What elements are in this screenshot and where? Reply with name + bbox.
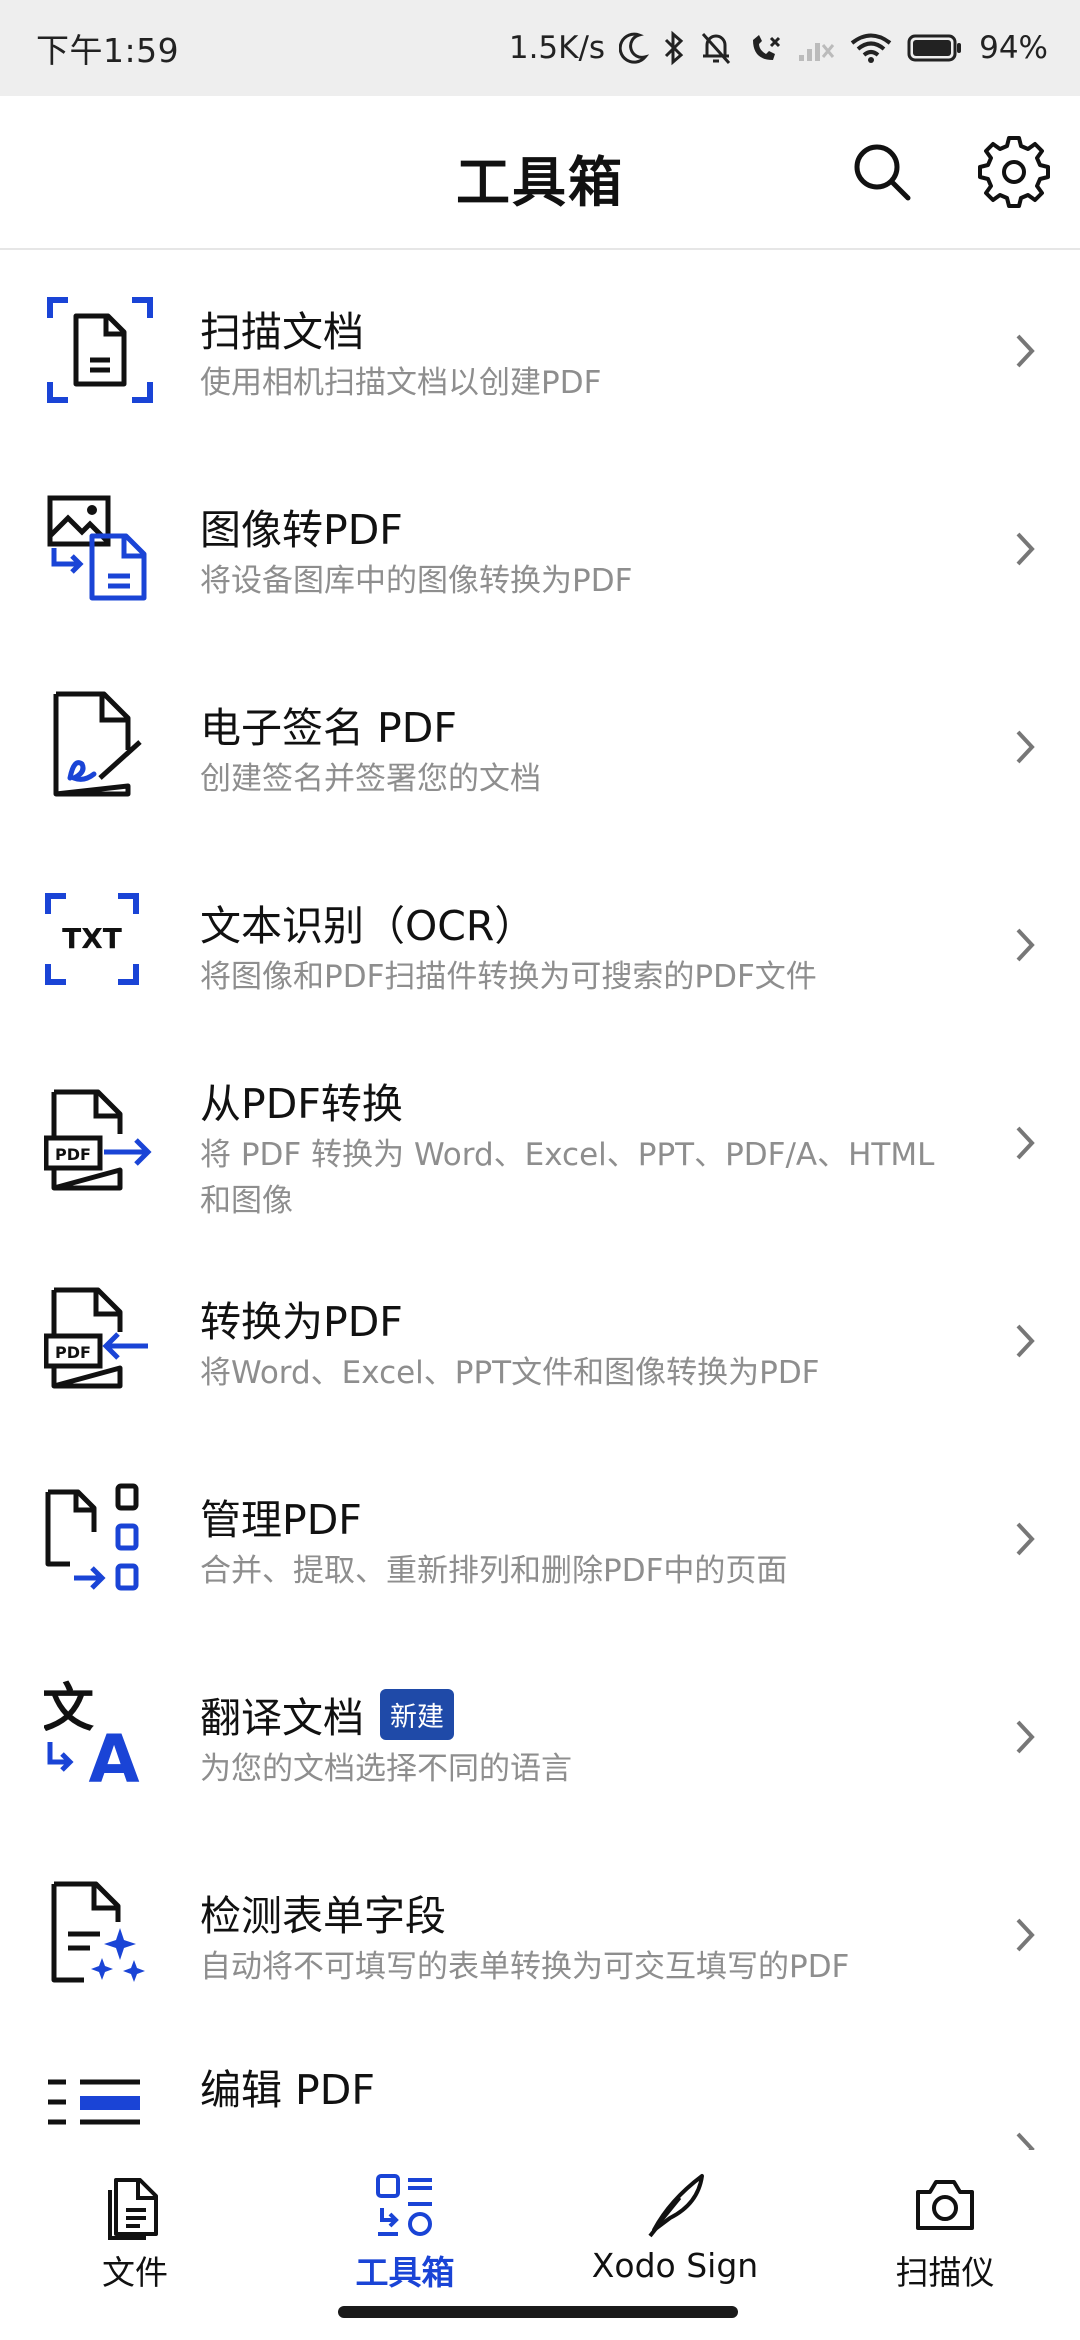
home-indicator[interactable] — [338, 2306, 738, 2318]
tool-subtitle: 为您的文档选择不同的语言 — [200, 1751, 572, 1787]
wifi-icon — [850, 33, 892, 63]
quill-icon — [648, 2174, 704, 2238]
chevron-right-icon — [1016, 1522, 1035, 1556]
tool-title: 扫描文档 — [200, 308, 364, 356]
nav-xodo-sign[interactable]: Xodo Sign — [540, 2170, 810, 2290]
moon-icon — [619, 32, 650, 64]
tool-subtitle: 将图像和PDF扫描件转换为可搜索的PDF文件 — [200, 959, 817, 995]
svg-text:TXT: TXT — [62, 922, 122, 955]
chevron-right-icon — [1016, 532, 1035, 566]
tool-convert-to-pdf[interactable]: PDF 转换为PDF 将Word、Excel、PPT文件和图像转换为PDF — [0, 1240, 1080, 1438]
chevron-right-icon — [1016, 1720, 1035, 1754]
tool-title: 图像转PDF — [200, 506, 403, 554]
tool-title: 编辑 PDF — [200, 2066, 375, 2114]
app-bar: 工具箱 — [0, 96, 1080, 250]
chevron-right-icon — [1016, 1918, 1035, 1952]
tool-title-text: 翻译文档 — [200, 1694, 364, 1742]
nav-label: Xodo Sign — [591, 2246, 759, 2285]
nav-toolbox[interactable]: 工具箱 — [270, 2170, 540, 2292]
tool-manage-pdf[interactable]: 管理PDF 合并、提取、重新排列和删除PDF中的页面 — [0, 1438, 1080, 1636]
svg-text:文: 文 — [44, 1680, 94, 1739]
tool-subtitle: 创建签名并签署您的文档 — [200, 761, 541, 797]
tool-esign-pdf[interactable]: 电子签名 PDF 创建签名并签署您的文档 — [0, 646, 1080, 844]
nav-label: 文件 — [102, 2253, 168, 2292]
tool-title: 检测表单字段 — [200, 1892, 446, 1940]
chevron-right-icon — [1016, 1324, 1035, 1358]
tool-title: 转换为PDF — [200, 1298, 403, 1346]
svg-text:PDF: PDF — [55, 1145, 91, 1164]
convert-to-pdf-icon: PDF — [44, 1287, 148, 1389]
status-time: 下午1:59 — [36, 31, 180, 70]
page-title: 工具箱 — [456, 151, 624, 214]
gear-icon[interactable] — [978, 136, 1050, 208]
toolbox-icon — [376, 2174, 432, 2236]
tool-title: 管理PDF — [200, 1496, 362, 1544]
battery-level: 94% — [979, 30, 1048, 66]
tool-scan-document[interactable]: 扫描文档 使用相机扫描文档以创建PDF — [0, 250, 1080, 448]
tool-title: 文本识别（OCR） — [200, 902, 536, 950]
status-bar: 下午1:59 1.5K/s 94% — [0, 0, 1080, 96]
tool-subtitle: 将设备图库中的图像转换为PDF — [200, 563, 633, 599]
call-missed-icon — [753, 35, 781, 60]
battery-icon — [907, 34, 962, 62]
tool-subtitle: 合并、提取、重新排列和删除PDF中的页面 — [200, 1553, 788, 1589]
tool-detect-form-fields[interactable]: 检测表单字段 自动将不可填写的表单转换为可交互填写的PDF — [0, 1834, 1080, 2032]
tool-translate-document[interactable]: 文 A 翻译文档 新建 为您的文档选择不同的语言 — [0, 1636, 1080, 1834]
chevron-right-icon — [1016, 334, 1035, 368]
tool-image-to-pdf[interactable]: 图像转PDF 将设备图库中的图像转换为PDF — [0, 448, 1080, 646]
camera-icon — [916, 2180, 974, 2230]
chevron-right-icon — [1016, 1126, 1035, 1160]
tool-subtitle: 使用相机扫描文档以创建PDF — [200, 365, 602, 401]
tool-subtitle: 自动将不可填写的表单转换为可交互填写的PDF — [200, 1949, 850, 1985]
chevron-right-icon — [1016, 928, 1035, 962]
tool-title: 电子签名 PDF — [200, 704, 457, 752]
svg-text:PDF: PDF — [55, 1343, 91, 1362]
net-speed: 1.5K/s — [508, 30, 606, 66]
chevron-right-icon — [1016, 730, 1035, 764]
nav-label: 扫描仪 — [895, 2253, 995, 2292]
image-to-pdf-icon — [47, 495, 147, 601]
form-detect-icon — [51, 1881, 145, 1983]
nav-label: 工具箱 — [355, 2253, 455, 2292]
esign-icon — [53, 691, 142, 797]
tool-subtitle: 将Word、Excel、PPT文件和图像转换为PDF — [200, 1355, 820, 1391]
tool-ocr[interactable]: TXT 文本识别（OCR） 将图像和PDF扫描件转换为可搜索的PDF文件 — [0, 844, 1080, 1042]
nav-files[interactable]: 文件 — [0, 2170, 270, 2292]
tool-title: 翻译文档 新建 — [200, 1684, 454, 1744]
scan-document-icon — [47, 297, 153, 403]
translate-icon: 文 A — [44, 1680, 140, 1792]
tool-convert-from-pdf[interactable]: PDF 从PDF转换 将 PDF 转换为 Word、Excel、PPT、PDF/… — [0, 1042, 1080, 1240]
svg-text:A: A — [88, 1721, 139, 1792]
file-icon — [108, 2178, 158, 2240]
tool-title: 从PDF转换 — [200, 1080, 403, 1128]
tool-subtitle: 将 PDF 转换为 Word、Excel、PPT、PDF/A、HTML 和图像 — [200, 1137, 935, 1219]
search-icon[interactable] — [846, 136, 918, 208]
bell-muted-icon — [701, 32, 731, 65]
signal-icon — [799, 43, 835, 61]
status-icons: 1.5K/s 94% — [509, 30, 1048, 66]
nav-scanner[interactable]: 扫描仪 — [810, 2170, 1080, 2292]
bluetooth-icon — [665, 30, 684, 66]
convert-from-pdf-icon: PDF — [44, 1089, 152, 1191]
new-badge: 新建 — [380, 1689, 454, 1740]
manage-pages-icon — [45, 1483, 139, 1591]
ocr-icon: TXT — [45, 893, 139, 985]
